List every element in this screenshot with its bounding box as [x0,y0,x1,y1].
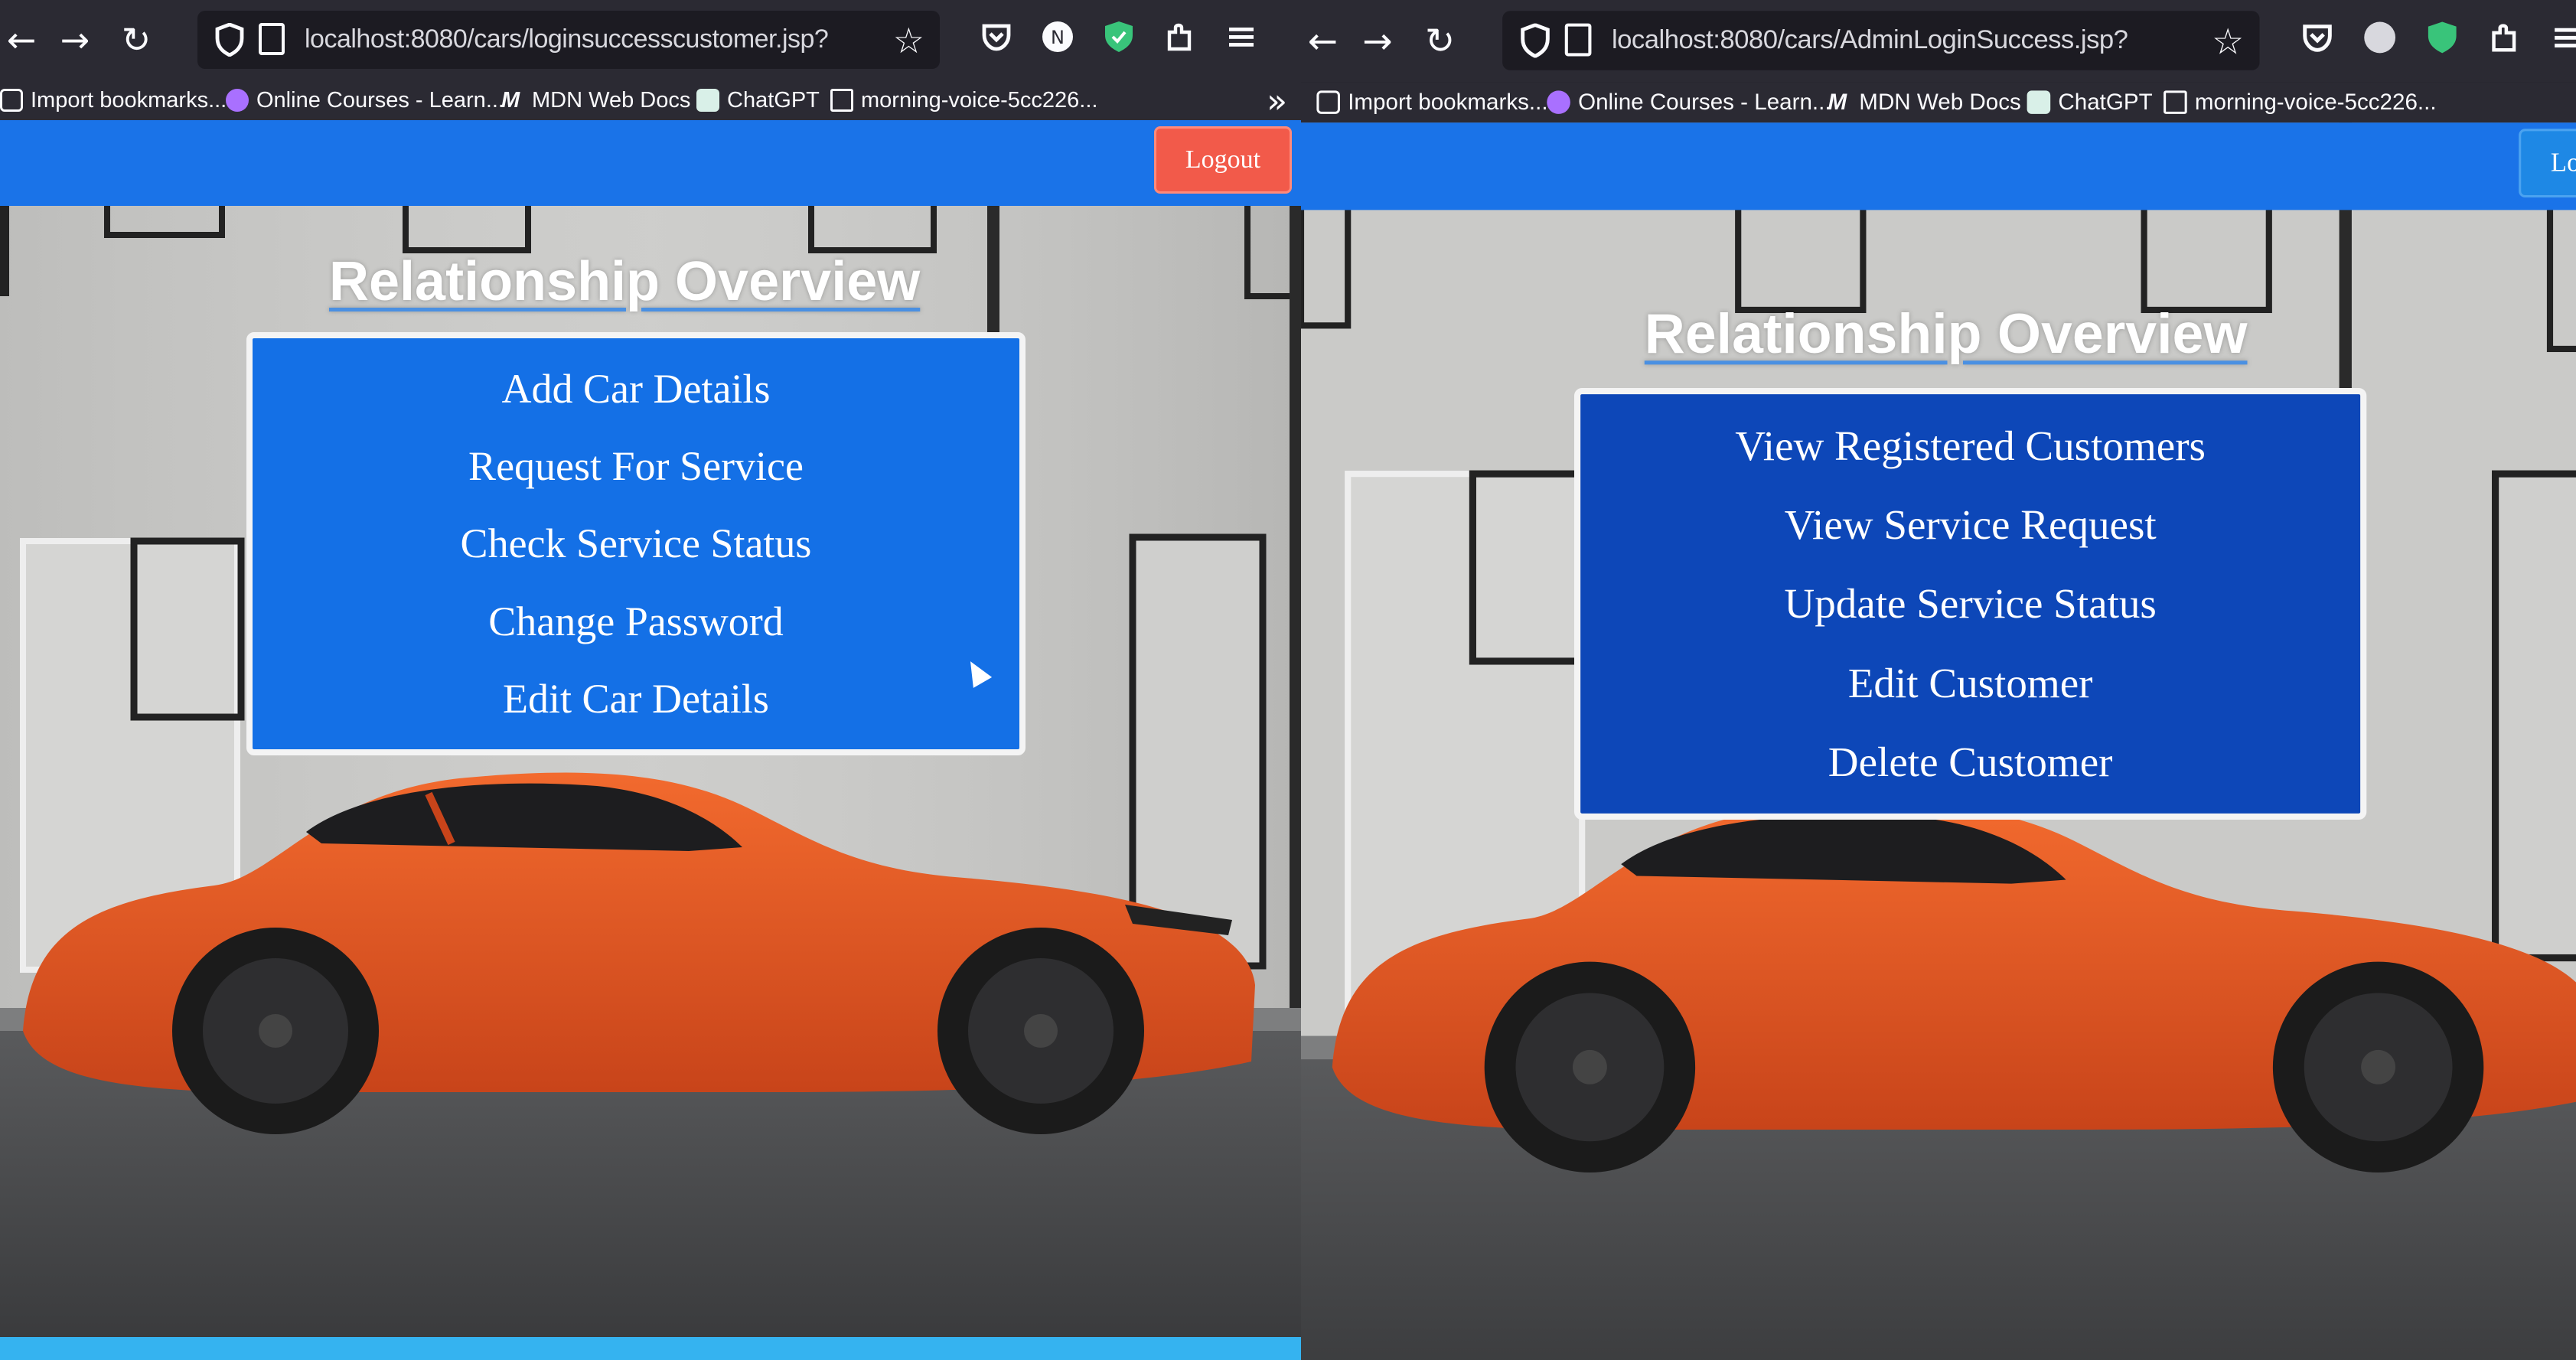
bookmark-label: Import bookmarks... [31,88,227,113]
logout-button[interactable]: Logout [1154,126,1292,194]
chatgpt-icon [696,89,719,112]
bookmarks-toolbar: Import bookmarks... Online Courses - Lea… [0,80,1301,121]
address-bar[interactable]: localhost:8080/cars/AdminLoginSuccess.js… [1502,11,2260,70]
menu-item-delete-customer[interactable]: Delete Customer [1828,738,2113,786]
menu-item-update-service-status[interactable]: Update Service Status [1784,579,2156,628]
import-icon [0,89,23,112]
address-bar[interactable]: localhost:8080/cars/loginsuccesscustomer… [197,11,940,69]
menu-item-view-service-request[interactable]: View Service Request [1785,501,2157,549]
extension-shield-icon[interactable] [2425,21,2460,55]
customer-page: Logout Relationship Overview Add Car Det… [0,120,1301,1360]
bookmark-import[interactable]: Import bookmarks... [1316,86,1548,118]
page-title: Relationship Overview [1644,302,2248,366]
menu-item-check-service-status[interactable]: Check Service Status [461,520,812,567]
bookmark-label: morning-voice-5cc226... [861,88,1098,113]
star-icon[interactable]: ☆ [2212,21,2244,63]
logout-button[interactable]: Logout [2519,129,2576,198]
url-text[interactable]: localhost:8080/cars/AdminLoginSuccess.js… [1612,25,2128,56]
page-title: Relationship Overview [329,251,921,312]
bookmark-online-courses[interactable]: Online Courses - Learn... [1547,86,1831,118]
bookmark-morning-voice[interactable]: morning-voice-5cc226... [2164,86,2437,118]
bookmark-label: Import bookmarks... [1348,90,1548,115]
chevron-more-icon[interactable]: » [1267,82,1287,121]
menu-icon[interactable] [1224,20,1258,54]
menu-item-view-registered-customers[interactable]: View Registered Customers [1735,421,2206,469]
bookmark-chatgpt[interactable]: ChatGPT [696,85,820,116]
extension-shield-icon[interactable] [1102,20,1136,54]
bookmark-label: Online Courses - Learn... [256,88,504,113]
url-text[interactable]: localhost:8080/cars/loginsuccesscustomer… [305,24,829,54]
bookmark-label: MDN Web Docs [532,88,691,113]
browser-toolbar: ← → ↻ localhost:8080/cars/AdminLoginSucc… [1301,0,2576,83]
menu-item-change-password[interactable]: Change Password [488,598,783,645]
back-arrow-icon[interactable]: ← [1301,18,1345,62]
bookmark-import[interactable]: Import bookmarks... [0,85,227,116]
shield-icon[interactable] [214,23,245,57]
menu-item-request-for-service[interactable]: Request For Service [468,442,804,490]
page-icon [259,23,285,55]
svg-text:N: N [1051,27,1065,48]
import-icon [1316,90,1340,114]
shield-icon[interactable] [1520,23,1551,58]
extensions-icon[interactable] [2487,21,2522,55]
customer-menu: Add Car Details Request For Service Chec… [246,332,1026,755]
chatgpt-icon [2027,90,2051,114]
extensions-icon[interactable] [1163,20,1197,54]
forward-arrow-icon[interactable]: → [1355,18,1399,62]
header-bar [1301,122,2576,210]
mdn-icon: M [501,88,520,113]
account-icon[interactable]: N [1041,20,1074,54]
page-icon [830,89,853,112]
reload-icon[interactable]: ↻ [115,18,158,61]
courses-icon [1547,90,1570,114]
page-icon [2164,90,2187,114]
bookmark-label: MDN Web Docs [1859,90,2021,115]
admin-page: Logout Relationship Overview View Regist… [1301,122,2576,1360]
customer-browser-window: ← → ↻ localhost:8080/cars/loginsuccesscu… [0,0,1301,1360]
customer-screen: ← → ↻ localhost:8080/cars/loginsuccesscu… [0,0,1301,1360]
bookmark-morning-voice[interactable]: morning-voice-5cc226... [830,85,1097,116]
bookmark-label: ChatGPT [2058,90,2153,115]
admin-browser-window: ← → ↻ localhost:8080/cars/AdminLoginSucc… [1301,0,2576,1360]
courses-icon [226,89,249,112]
admin-screen: ← → ↻ localhost:8080/cars/AdminLoginSucc… [1301,0,2576,1360]
bookmark-label: morning-voice-5cc226... [2194,90,2437,115]
pocket-icon[interactable] [2300,21,2335,55]
bookmark-label: ChatGPT [727,88,820,113]
header-bar [0,120,1301,206]
star-icon[interactable]: ☆ [893,20,924,61]
page-icon [1564,23,1592,57]
menu-item-edit-car-details[interactable]: Edit Car Details [503,675,769,722]
bookmark-mdn[interactable]: M MDN Web Docs [1828,86,2021,118]
menu-item-add-car-details[interactable]: Add Car Details [502,365,771,413]
menu-icon[interactable] [2550,21,2576,55]
mdn-icon: M [1828,90,1847,115]
bookmarks-toolbar: Import bookmarks... Online Courses - Lea… [1301,82,2576,123]
bookmark-label: Online Courses - Learn... [1578,90,1831,115]
bottom-strip [0,1337,1301,1360]
browser-toolbar: ← → ↻ localhost:8080/cars/loginsuccesscu… [0,0,1301,80]
bookmark-online-courses[interactable]: Online Courses - Learn... [226,85,504,116]
back-arrow-icon[interactable]: ← [0,18,43,61]
bookmark-chatgpt[interactable]: ChatGPT [2027,86,2153,118]
pocket-icon[interactable] [980,20,1013,54]
reload-icon[interactable]: ↻ [1418,18,1462,62]
admin-menu: View Registered Customers View Service R… [1574,387,2367,820]
bookmark-mdn[interactable]: M MDN Web Docs [501,85,690,116]
account-icon[interactable] [2362,21,2397,55]
menu-item-edit-customer[interactable]: Edit Customer [1848,659,2093,707]
forward-arrow-icon[interactable]: → [54,18,96,61]
